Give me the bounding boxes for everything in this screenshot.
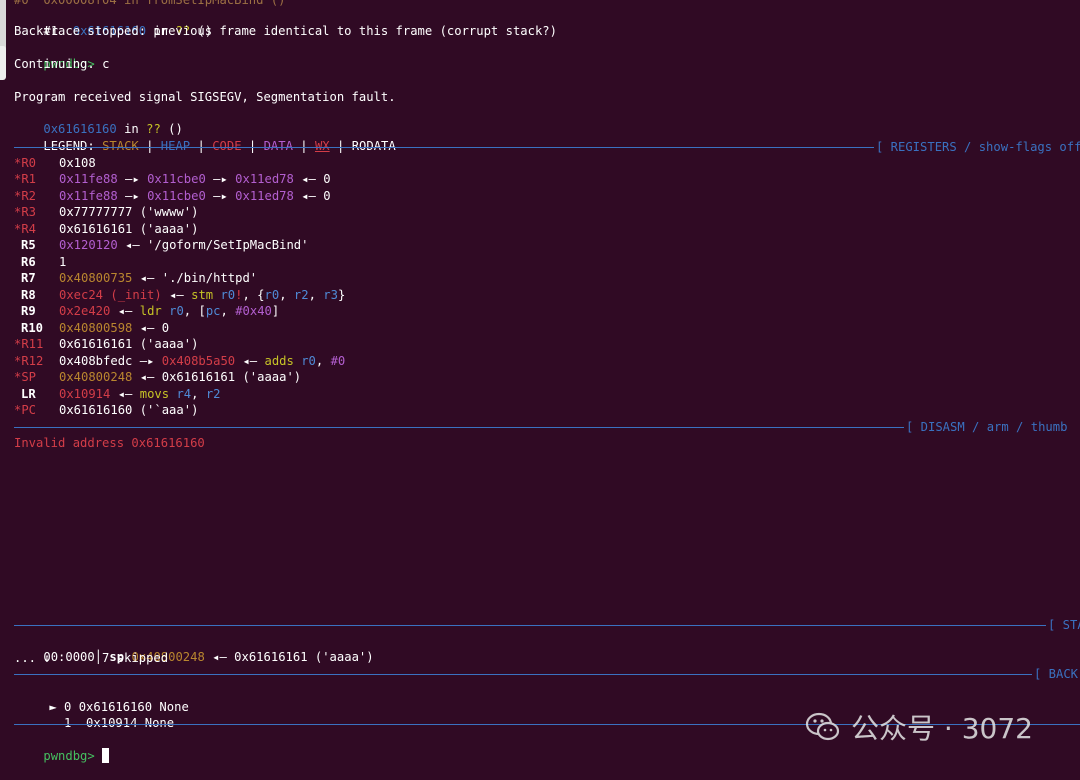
register-name: *R4: [14, 222, 37, 236]
fault-location: 0x61616160 in ?? (): [14, 105, 182, 136]
stack-row: 00:0000│ sp 0x40800248 ◂— 0x61616161 ('a…: [14, 633, 373, 664]
backtrace-row: 1 0x10914 None: [20, 699, 174, 730]
register-row: R8 0xec24 (_init) ◂— stm r0!, {r0, r2, r3…: [14, 287, 345, 303]
register-name: *R11: [14, 337, 44, 351]
register-name: *SP: [14, 370, 37, 384]
disasm-separator: [ DISASM / arm / thumb: [14, 419, 1080, 435]
backtrace-stopped-msg: Backtrace stopped: previous frame identi…: [14, 24, 557, 38]
backtrace-frame1: #1 0x61616160 in ?? (): [14, 7, 212, 38]
register-name: *R12: [14, 354, 44, 368]
register-row: *R3 0x77777777 ('wwww'): [14, 204, 198, 220]
register-row: *PC 0x61616160 ('`aaa'): [14, 402, 198, 418]
register-name: R8: [21, 288, 36, 302]
stack-value: ◂— 0x61616161 ('aaaa'): [212, 650, 374, 664]
register-row: R7 0x40800735 ◂— './bin/httpd': [14, 270, 257, 286]
register-row: LR 0x10914 ◂— movs r4, r2: [14, 386, 221, 402]
register-value: 0x61616161 ('aaaa'): [59, 337, 199, 351]
text-cursor: [102, 748, 110, 763]
register-row: R9 0x2e420 ◂— ldr r0, [pc, #0x40]: [14, 303, 279, 319]
register-row: *SP 0x40800248 ◂— 0x61616161 ('aaaa'): [14, 370, 302, 384]
wechat-watermark: 公众号 · 3072: [805, 707, 1033, 747]
prompt: pwndbg>: [43, 749, 95, 763]
separator-rule: [14, 427, 904, 428]
register-name: R9: [21, 304, 36, 318]
register-row: R10 0x40800598 ◂— 0: [14, 320, 169, 336]
stack-skipped: ... ↓ 7 skipped: [14, 651, 169, 665]
register-row: R6 1: [14, 254, 66, 270]
register-value: 0x108: [59, 156, 96, 170]
stack-title: [ STA: [1048, 618, 1080, 632]
disasm-title: [ DISASM / arm / thumb: [906, 420, 1068, 434]
register-name: LR: [21, 387, 36, 401]
backtrace-row: ► 0 0x61616160 None: [20, 683, 188, 714]
register-name: R5: [21, 238, 36, 252]
prompt-line[interactable]: pwndbg>: [14, 732, 110, 763]
separator-rule: [14, 147, 874, 148]
register-row: *R1 0x11fe88 —▸ 0x11cbe0 —▸ 0x11ed78 ◂— 0: [14, 172, 331, 186]
terminal-window[interactable]: #0 0x00008f04 in fromSetIpMacBind () #1 …: [0, 0, 1080, 771]
register-name: *PC: [14, 403, 37, 417]
separator-rule: [14, 674, 1032, 675]
register-row: *R4 0x61616161 ('aaaa'): [14, 221, 198, 237]
register-row: *R11 0x61616161 ('aaaa'): [14, 336, 198, 352]
register-name: R7: [21, 271, 36, 285]
register-name: *R3: [14, 205, 37, 219]
stack-separator: [ STA: [14, 617, 1080, 633]
continuing-msg: Continuing.: [14, 57, 95, 71]
register-name: *R0: [14, 156, 37, 170]
disasm-error: Invalid address 0x61616160: [14, 436, 205, 450]
register-row: *R12 0x408bfedc —▸ 0x408b5a50 ◂— adds r0,…: [14, 354, 346, 368]
register-row: R5 0x120120 ◂— '/goform/SetIpMacBind': [14, 237, 308, 253]
register-value: 0x77777777 ('wwww'): [59, 205, 199, 219]
register-value: 1: [59, 255, 67, 269]
registers-title: [ REGISTERS / show-flags off: [876, 140, 1080, 154]
wechat-icon: [805, 712, 840, 741]
register-row: *R2 0x11fe88 —▸ 0x11cbe0 —▸ 0x11ed78 ◂— 0: [14, 189, 331, 203]
command-text: c: [102, 57, 110, 71]
register-name: *R1: [14, 172, 37, 186]
separator-rule: [14, 625, 1046, 626]
register-name: *R2: [14, 189, 37, 203]
register-name: R6: [21, 255, 36, 269]
window-edge-handle: [0, 46, 6, 80]
registers-separator: [ REGISTERS / show-flags off: [14, 139, 1080, 155]
prompt-line-continue: pwndbg> c: [14, 40, 109, 71]
register-name: R10: [21, 321, 44, 335]
watermark-text: 公众号 · 3072: [851, 712, 1033, 745]
register-value: 0x61616161 ('aaaa'): [59, 222, 199, 236]
register-row: *R0 0x108: [14, 155, 96, 171]
backtrace-title: [ BACK: [1034, 667, 1079, 681]
backtrace-separator: [ BACK: [14, 666, 1080, 682]
signal-msg: Program received signal SIGSEGV, Segment…: [14, 90, 396, 104]
legend: LEGEND: STACK | HEAP | CODE | DATA | WX …: [14, 122, 395, 153]
register-value: 0x61616160 ('`aaa'): [59, 403, 199, 417]
